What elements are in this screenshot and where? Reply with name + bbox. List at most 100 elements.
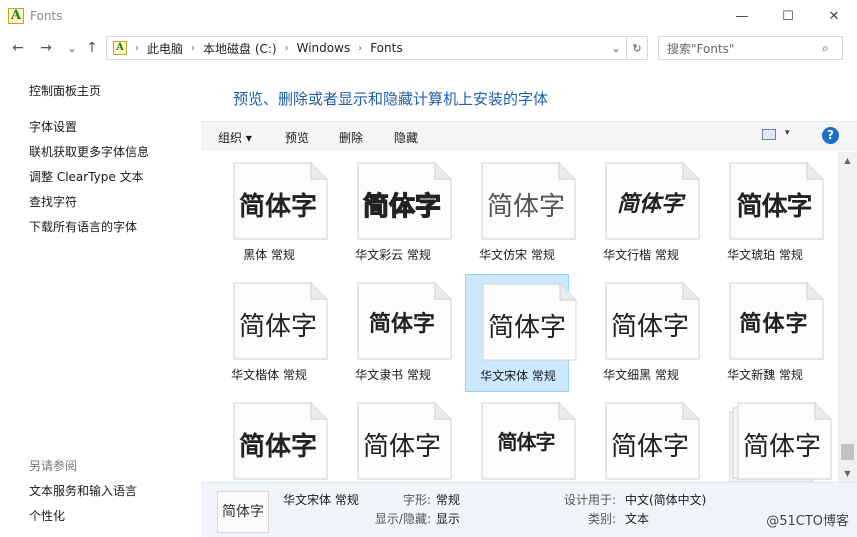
view-options-icon[interactable] [762, 129, 776, 140]
scroll-thumb[interactable] [841, 444, 854, 460]
font-document-icon: 简体字 [482, 283, 577, 361]
refresh-button[interactable]: ↻ [627, 42, 647, 55]
font-preview-text: 简体字 [368, 311, 435, 337]
font-preview-text: 简体字 [238, 432, 317, 462]
address-row: ← → ⌄ ↑ A › 此电脑 › 本地磁盘 (C:) › Windows › … [0, 34, 857, 62]
search-icon[interactable]: ⌕ [822, 41, 842, 56]
title-bar: A Fonts — ☐ ✕ [0, 0, 857, 32]
control-panel-home-link[interactable]: 控制面板主页 [29, 82, 101, 99]
font-document-icon: 简体字 [605, 282, 700, 360]
font-document-icon: 简体字 [233, 402, 328, 480]
font-document-icon: 简体字 [481, 162, 576, 240]
font-document-icon: 简体字 [729, 402, 832, 482]
font-document-icon: 简体字 [357, 282, 452, 360]
back-button[interactable]: ← [8, 38, 28, 58]
font-preview-text: 简体字 [742, 432, 821, 462]
get-more-font-info-link[interactable]: 联机获取更多字体信息 [29, 143, 149, 160]
font-tile[interactable]: 简体字 [713, 394, 832, 482]
font-preview-text: 简体字 [486, 192, 565, 222]
chevron-right-icon[interactable]: › [191, 43, 195, 54]
font-tile[interactable]: 简体字 [465, 394, 576, 482]
page-heading: 预览、删除或者显示和隐藏计算机上安装的字体 [233, 90, 549, 108]
watermark: @51CTO博客 [766, 514, 849, 529]
selected-font-name: 华文宋体 常规 [283, 493, 359, 507]
see-also-heading: 另请参阅 [29, 459, 78, 473]
font-preview-text: 简体字 [739, 311, 809, 337]
font-preview-text: 简体字 [497, 430, 556, 454]
style-value: 常规 [436, 493, 461, 507]
address-dropdown-button[interactable]: ⌄ [606, 42, 626, 55]
address-actions: ⌄ ↻ [606, 37, 647, 59]
font-preview-text: 简体字 [616, 191, 683, 217]
font-tile[interactable]: 简体字华文细黑 常规 [589, 274, 700, 392]
text-services-link[interactable]: 文本服务和输入语言 [29, 482, 137, 499]
font-tile[interactable]: 简体字黑体 常规 [217, 154, 328, 272]
forward-button[interactable]: → [36, 38, 56, 58]
font-document-icon: 简体字 [605, 402, 700, 480]
font-preview-text: 简体字 [610, 432, 689, 462]
search-input[interactable]: 搜索"Fonts" [667, 40, 822, 57]
font-document-icon: 简体字 [357, 162, 452, 240]
download-all-fonts-link[interactable]: 下载所有语言的字体 [29, 218, 137, 235]
font-tile[interactable]: 简体字 华文宋体 常规 [465, 274, 577, 392]
window-title: Fonts [30, 9, 63, 23]
preview-button[interactable]: 预览 [285, 129, 309, 146]
category-value: 文本 [625, 512, 650, 526]
vertical-scrollbar[interactable]: ▲ ▼ [838, 152, 857, 482]
scroll-up-arrow[interactable]: ▲ [838, 152, 857, 169]
font-tile[interactable]: 简体字 华文楷体 常规 [217, 274, 328, 392]
font-preview-text: 简体字 [610, 312, 689, 342]
font-tile[interactable]: 简体字 [589, 394, 700, 482]
address-bar[interactable]: A › 此电脑 › 本地磁盘 (C:) › Windows › Fonts ⌄ … [106, 36, 648, 60]
view-options-dropdown[interactable]: ▾ [785, 128, 790, 138]
minimize-button[interactable]: — [719, 0, 765, 32]
recent-locations-button[interactable]: ⌄ [62, 38, 82, 58]
font-document-icon: 简体字 [481, 402, 576, 480]
personalization-link[interactable]: 个性化 [29, 507, 65, 524]
font-tile[interactable]: 简体字华文彩云 常规 [341, 154, 452, 272]
find-character-link[interactable]: 查找字符 [29, 193, 77, 210]
font-settings-link[interactable]: 字体设置 [29, 118, 77, 135]
chevron-right-icon[interactable]: › [135, 43, 139, 54]
cleartype-link[interactable]: 调整 ClearType 文本 [29, 168, 144, 185]
font-tile[interactable]: 简体字 [341, 394, 452, 482]
fonts-window: A Fonts — ☐ ✕ ← → ⌄ ↑ A › 此电脑 › 本地磁盘 (C:… [0, 0, 857, 537]
breadcrumb-fonts[interactable]: Fonts [370, 41, 402, 55]
font-name-label: 华文新魏 常规 [727, 368, 803, 382]
help-icon[interactable]: ? [822, 127, 839, 144]
scroll-down-arrow[interactable]: ▼ [838, 465, 857, 482]
font-tile[interactable]: 简体字华文新魏 常规 [713, 274, 824, 392]
window-controls: — ☐ ✕ [719, 0, 857, 32]
chevron-right-icon[interactable]: › [285, 43, 289, 54]
breadcrumb-local-disk[interactable]: 本地磁盘 (C:) [203, 40, 277, 57]
hide-button[interactable]: 隐藏 [394, 129, 418, 146]
delete-button[interactable]: 删除 [339, 129, 363, 146]
font-thumbnail: 简体字 [217, 491, 269, 533]
font-document-icon: 简体字 [233, 162, 328, 240]
font-name-label: 华文彩云 常规 [355, 248, 431, 262]
fonts-folder-icon: A [113, 41, 127, 55]
font-tile[interactable]: 简体字 [217, 394, 328, 482]
font-name-label: 华文行楷 常规 [603, 248, 679, 262]
font-document-icon: 简体字 [357, 402, 452, 480]
organize-button[interactable]: 组织 ▾ [218, 129, 252, 146]
up-button[interactable]: ↑ [82, 38, 102, 58]
font-preview-text: 简体字 [736, 192, 812, 222]
breadcrumb-windows[interactable]: Windows [297, 41, 351, 55]
font-tile[interactable]: 简体字华文琥珀 常规 [713, 154, 824, 272]
font-tile[interactable]: 简体字 华文隶书 常规 [341, 274, 452, 392]
font-name-label: 华文仿宋 常规 [479, 248, 555, 262]
breadcrumb-this-pc[interactable]: 此电脑 [147, 40, 183, 57]
font-preview-text: 简体字 [362, 432, 441, 462]
search-box[interactable]: 搜索"Fonts" ⌕ [658, 36, 843, 60]
font-document-icon: 简体字 [233, 282, 328, 360]
chevron-right-icon[interactable]: › [358, 43, 362, 54]
font-tile[interactable]: 简体字华文行楷 常规 [589, 154, 700, 272]
font-document-icon: 简体字 [729, 162, 824, 240]
close-button[interactable]: ✕ [811, 0, 857, 32]
font-name-label: 华文细黑 常规 [603, 368, 679, 382]
font-name-label: 华文琥珀 常规 [727, 248, 803, 262]
font-tile[interactable]: 简体字华文仿宋 常规 [465, 154, 576, 272]
maximize-button[interactable]: ☐ [765, 0, 811, 32]
font-name-label: 黑体 常规 [243, 248, 295, 262]
